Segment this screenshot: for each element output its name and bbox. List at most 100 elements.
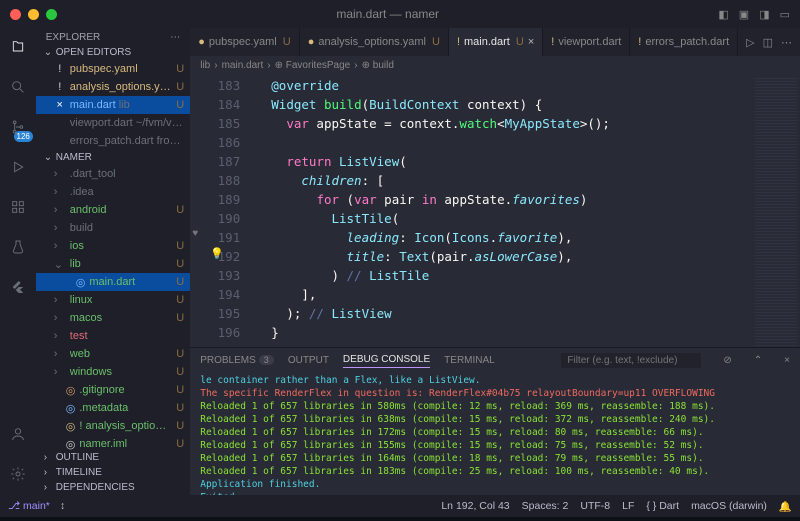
folder-item[interactable]: ›webU xyxy=(36,345,190,363)
file-item[interactable]: ◎.gitignoreU xyxy=(36,381,190,399)
tab-problems[interactable]: PROBLEMS3 xyxy=(200,353,274,368)
breadcrumb-item[interactable]: lib xyxy=(200,60,210,71)
sync-icon[interactable]: ↕ xyxy=(60,500,65,512)
panel-tabs: PROBLEMS3 OUTPUT DEBUG CONSOLE TERMINAL … xyxy=(190,348,800,372)
console-line: Reloaded 1 of 657 libraries in 580ms (co… xyxy=(200,400,790,413)
window-title: main.dart — namer xyxy=(57,7,718,21)
code-area[interactable]: ♥ 18318418518618718818919019119219319419… xyxy=(190,74,800,347)
console-line: The specific RenderFlex in question is: … xyxy=(200,387,790,400)
layout-full-icon[interactable]: ▭ xyxy=(780,8,790,21)
tab-output[interactable]: OUTPUT xyxy=(288,353,329,368)
clear-icon[interactable]: ⊘ xyxy=(723,355,731,366)
folder-item[interactable]: ›test xyxy=(36,327,190,345)
editor-tab[interactable]: ●pubspec.yamlU xyxy=(190,28,299,56)
console-line: Reloaded 1 of 657 libraries in 164ms (co… xyxy=(200,452,790,465)
close-icon[interactable] xyxy=(10,9,21,20)
folder-item[interactable]: ›.idea xyxy=(36,183,190,201)
folder-item[interactable]: ›androidU xyxy=(36,201,190,219)
maximize-icon[interactable] xyxy=(46,9,57,20)
git-branch[interactable]: ⎇ main* xyxy=(8,500,50,512)
folder-item[interactable]: ⌄libU xyxy=(36,255,190,273)
open-editor-item[interactable]: !analysis_options.yamlU xyxy=(36,78,190,96)
console-line: le container rather than a Flex, like a … xyxy=(200,374,790,387)
minimize-icon[interactable] xyxy=(28,9,39,20)
extensions-icon[interactable] xyxy=(7,196,29,218)
run-icon[interactable]: ▷ xyxy=(746,36,754,49)
titlebar-actions: ◧ ▣ ◨ ▭ xyxy=(718,8,790,21)
debug-console-output[interactable]: le container rather than a Flex, like a … xyxy=(190,372,800,495)
line-numbers: 1831841851861871881891901911921931941951… xyxy=(210,74,248,347)
open-editor-item[interactable]: !pubspec.yamlU xyxy=(36,60,190,78)
console-line: Reloaded 1 of 657 libraries in 155ms (co… xyxy=(200,439,790,452)
file-item[interactable]: ◎namer.imlU xyxy=(36,435,190,450)
test-icon[interactable] xyxy=(7,236,29,258)
split-icon[interactable]: ◫ xyxy=(763,36,773,49)
console-line: Reloaded 1 of 657 libraries in 638ms (co… xyxy=(200,413,790,426)
outline-section[interactable]: ›OUTLINE xyxy=(36,450,190,465)
status-item[interactable]: Spaces: 2 xyxy=(522,500,569,512)
sidebar-header: EXPLORER ⋯ xyxy=(36,28,190,45)
breadcrumbs[interactable]: lib›main.dart›⊕ FavoritesPage›⊕ build xyxy=(190,56,800,74)
flutter-icon[interactable] xyxy=(7,276,29,298)
status-item[interactable]: UTF-8 xyxy=(580,500,610,512)
console-line: Reloaded 1 of 657 libraries in 172ms (co… xyxy=(200,426,790,439)
console-line: Application finished. xyxy=(200,478,790,491)
console-line: Exited xyxy=(200,491,790,495)
timeline-section[interactable]: ›TIMELINE xyxy=(36,465,190,480)
tab-debug-console[interactable]: DEBUG CONSOLE xyxy=(343,352,430,368)
account-icon[interactable] xyxy=(7,423,29,445)
open-editor-item[interactable]: errors_patch.dart from the SDK xyxy=(36,132,190,150)
project-section[interactable]: ⌄NAMER xyxy=(36,150,190,165)
folder-item[interactable]: ›windowsU xyxy=(36,363,190,381)
gear-icon[interactable] xyxy=(7,463,29,485)
titlebar: main.dart — namer ◧ ▣ ◨ ▭ xyxy=(0,0,800,28)
window-controls xyxy=(10,9,57,20)
explorer-icon[interactable] xyxy=(7,36,29,58)
search-icon[interactable] xyxy=(7,76,29,98)
debug-icon[interactable] xyxy=(7,156,29,178)
sidebar: EXPLORER ⋯ ⌄OPEN EDITORS !pubspec.yamlU!… xyxy=(36,28,190,495)
panel-close-icon[interactable]: × xyxy=(784,355,790,366)
source-control-icon[interactable]: 126 xyxy=(7,116,29,138)
breadcrumb-item[interactable]: ⊕ FavoritesPage xyxy=(275,60,351,71)
breadcrumb-item[interactable]: main.dart xyxy=(222,60,264,71)
open-editors-section[interactable]: ⌄OPEN EDITORS xyxy=(36,45,190,60)
layout-sidebar-right-icon[interactable]: ◨ xyxy=(759,8,769,21)
open-editor-item[interactable]: viewport.dart ~/fvm/versions/stable/pack… xyxy=(36,114,190,132)
file-item[interactable]: ◎.metadataU xyxy=(36,399,190,417)
editor-tab[interactable]: !main.dartU × xyxy=(449,28,543,56)
bell-icon[interactable]: 🔔 xyxy=(779,500,792,513)
status-item[interactable]: { } Dart xyxy=(646,500,679,512)
sidebar-title: EXPLORER xyxy=(46,32,100,43)
more-icon[interactable]: ⋯ xyxy=(781,36,792,49)
breadcrumb-item[interactable]: ⊕ build xyxy=(362,60,394,71)
status-item[interactable]: LF xyxy=(622,500,634,512)
layout-panel-icon[interactable]: ▣ xyxy=(739,8,749,21)
file-item[interactable]: ◎! analysis_options.yamlU xyxy=(36,417,190,435)
folder-item[interactable]: ›build xyxy=(36,219,190,237)
tab-terminal[interactable]: TERMINAL xyxy=(444,353,495,368)
editor-tab[interactable]: !errors_patch.dart xyxy=(630,28,738,56)
editor-tab[interactable]: ●analysis_options.yamlU xyxy=(300,28,449,56)
panel-chevron-icon[interactable]: ⌃ xyxy=(754,355,762,366)
filter-input[interactable] xyxy=(561,353,701,368)
activity-bar: 126 xyxy=(0,28,36,495)
scm-badge: 126 xyxy=(14,131,33,142)
status-item[interactable]: Ln 192, Col 43 xyxy=(441,500,509,512)
more-icon[interactable]: ⋯ xyxy=(170,32,180,43)
file-item[interactable]: ◎main.dartU xyxy=(36,273,190,291)
dependencies-section[interactable]: ›DEPENDENCIES xyxy=(36,480,190,495)
code-content[interactable]: @override Widget build(BuildContext cont… xyxy=(248,74,755,347)
statusbar: ⎇ main* ↕ Ln 192, Col 43 Spaces: 2 UTF-8 LF… xyxy=(0,495,800,517)
layout-sidebar-icon[interactable]: ◧ xyxy=(718,8,728,21)
console-line: Reloaded 1 of 657 libraries in 183ms (co… xyxy=(200,465,790,478)
folder-item[interactable]: ›.dart_tool xyxy=(36,165,190,183)
open-editor-item[interactable]: ×main.dart libU xyxy=(36,96,190,114)
folder-item[interactable]: ›iosU xyxy=(36,237,190,255)
editor-tab[interactable]: !viewport.dart xyxy=(543,28,630,56)
minimap[interactable] xyxy=(755,78,797,347)
editor: ●pubspec.yamlU●analysis_options.yamlU!ma… xyxy=(190,28,800,495)
folder-item[interactable]: ›linuxU xyxy=(36,291,190,309)
status-item[interactable]: macOS (darwin) xyxy=(691,500,767,512)
folder-item[interactable]: ›macosU xyxy=(36,309,190,327)
